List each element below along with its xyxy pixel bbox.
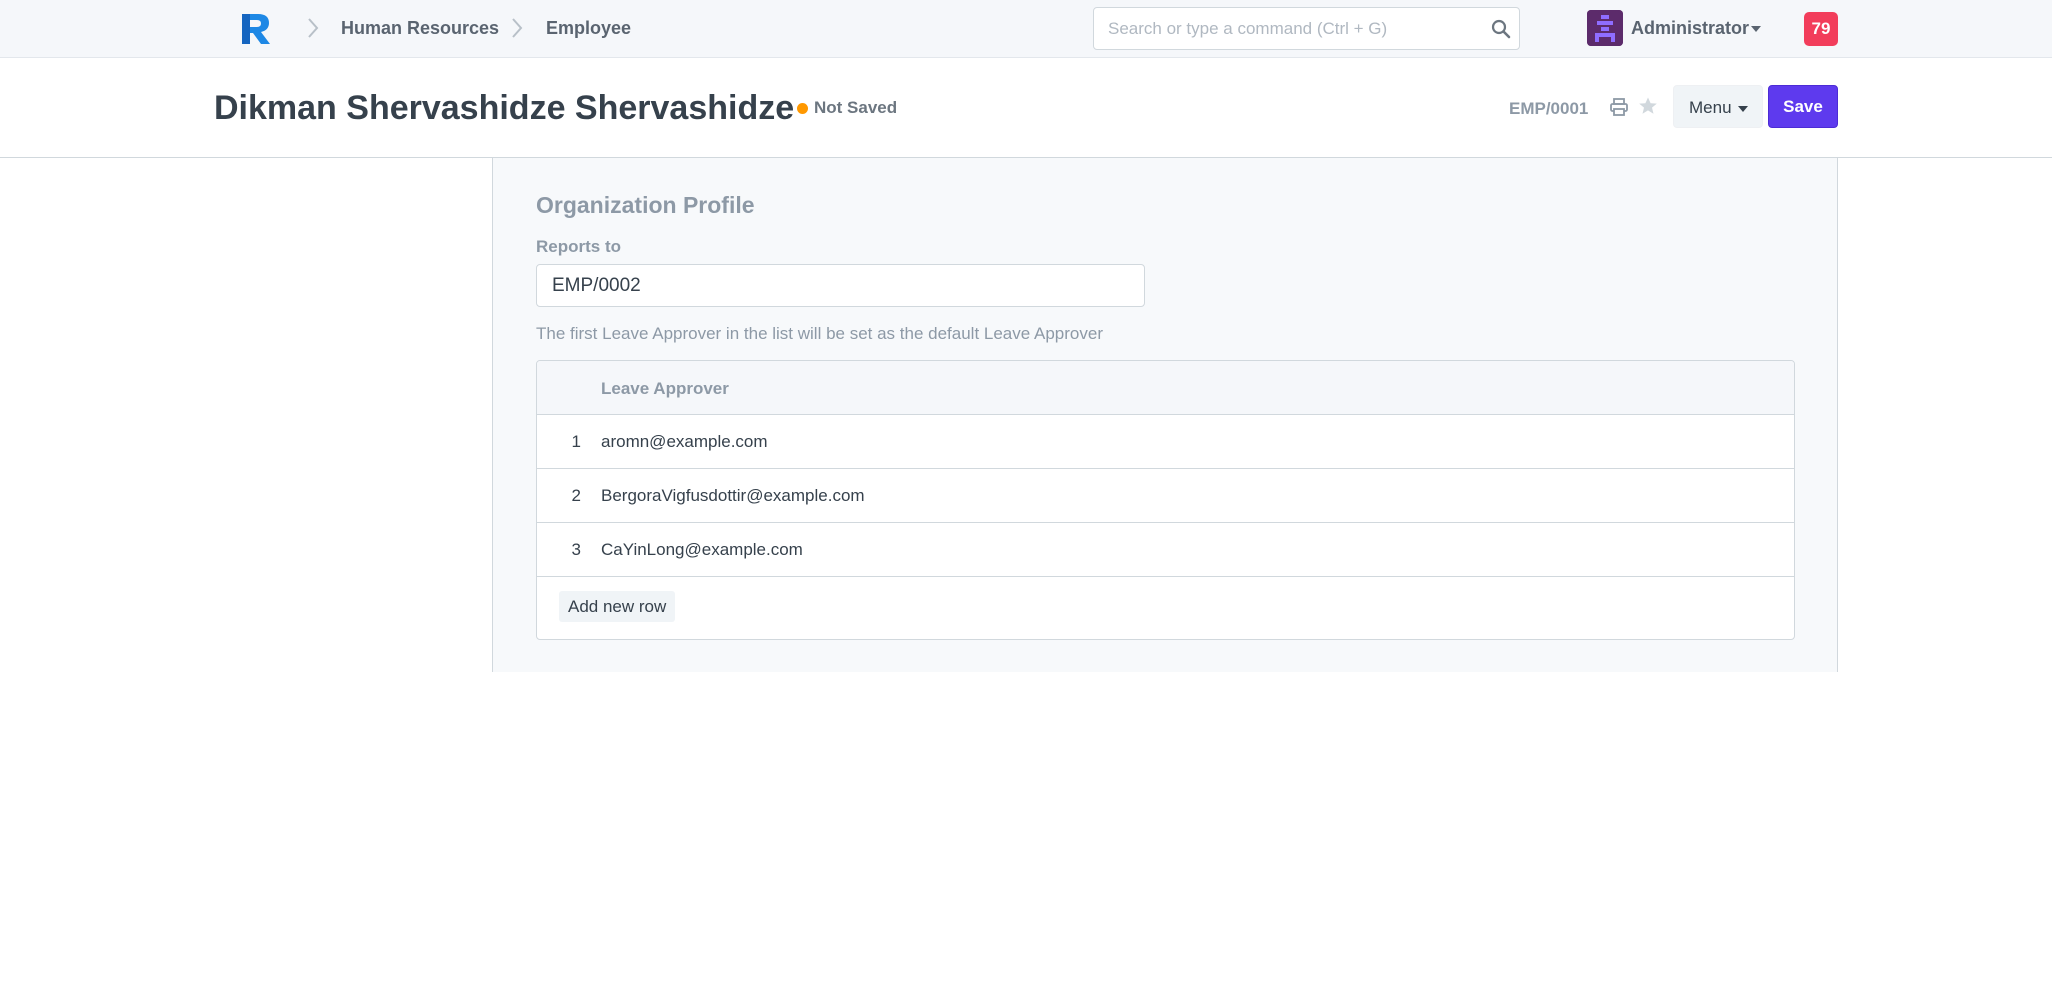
leave-approver-table: Leave Approver 1 aromn@example.com 2 Ber… [536,360,1795,640]
print-icon[interactable] [1609,97,1629,117]
column-header-leave-approver: Leave Approver [601,379,729,398]
leave-approver-cell[interactable]: BergoraVigfusdottir@example.com [601,486,865,506]
reports-to-label: Reports to [536,237,621,256]
leave-approver-cell[interactable]: aromn@example.com [601,432,768,452]
add-new-row-button[interactable]: Add new row [559,591,676,622]
row-index: 2 [571,486,581,505]
leave-approver-cell[interactable]: CaYinLong@example.com [601,540,803,560]
save-button[interactable]: Save [1768,85,1838,128]
breadcrumb-human-resources[interactable]: Human Resources [341,18,499,38]
avatar[interactable] [1587,10,1623,46]
table-row[interactable]: 2 BergoraVigfusdottir@example.com [537,469,1794,523]
document-id: EMP/0001 [1509,99,1589,118]
page-title: Dikman Shervashidze Shervashidze [214,89,795,127]
row-index: 1 [571,432,581,451]
organization-profile-section: Organization Profile Reports to The firs… [492,158,1838,672]
user-menu-label[interactable]: Administrator [1631,18,1749,39]
chevron-right-icon [308,18,319,38]
app-logo-icon[interactable] [238,10,274,46]
notification-badge[interactable]: 79 [1804,12,1838,46]
table-row[interactable]: 1 aromn@example.com [537,415,1794,469]
caret-down-icon[interactable] [1751,26,1761,32]
section-title: Organization Profile [536,192,755,218]
row-index: 3 [571,540,581,559]
navbar: Human Resources Employee Administrator 7… [0,0,2052,58]
reports-to-field[interactable] [536,264,1145,307]
status-badge: Not Saved [814,98,898,117]
menu-button[interactable]: Menu [1673,85,1763,128]
menu-button-label: Menu [1689,98,1732,117]
page-head: Dikman Shervashidze Shervashidze Not Sav… [0,58,2052,158]
status-indicator-dot [797,103,808,114]
leave-approver-help-text: The first Leave Approver in the list wil… [536,324,1103,343]
star-icon[interactable] [1638,96,1658,116]
breadcrumb-employee[interactable]: Employee [546,18,631,38]
search-icon[interactable] [1491,19,1511,39]
caret-down-icon [1738,106,1748,112]
table-row[interactable]: 3 CaYinLong@example.com [537,523,1794,577]
search-box [1093,7,1520,50]
search-input[interactable] [1108,8,1478,49]
table-header: Leave Approver [537,361,1794,415]
chevron-right-icon [512,18,523,38]
